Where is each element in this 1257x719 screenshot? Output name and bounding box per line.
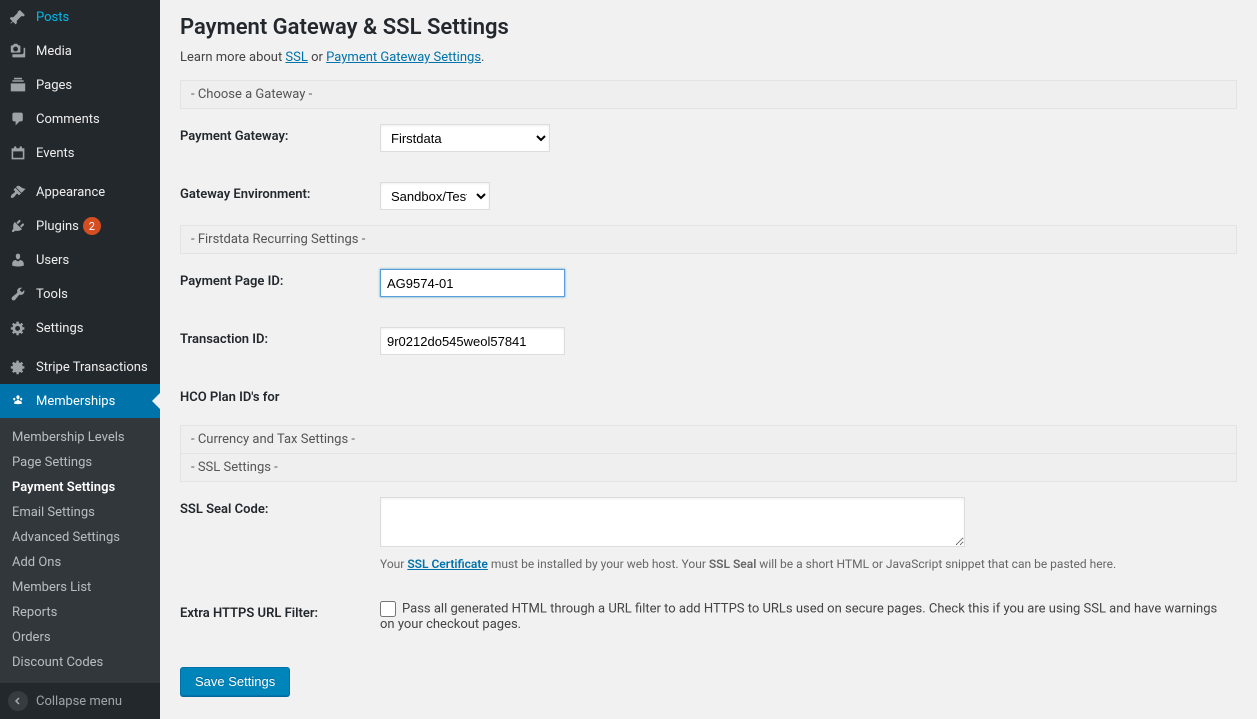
submenu-add-ons[interactable]: Add Ons [0,550,160,575]
pin-icon [8,7,28,27]
extra-https-desc: Pass all generated HTML through a URL fi… [380,602,1217,633]
submenu-discount-codes[interactable]: Discount Codes [0,650,160,675]
label-transaction-id: Transaction ID: [180,312,380,370]
sidebar-item-pages[interactable]: Pages [0,68,160,102]
hint-mid: must be installed by your web host. Your [488,557,709,571]
settings-icon [8,318,28,338]
submenu-members-list[interactable]: Members List [0,575,160,600]
intro-mid: or [308,50,326,65]
hint-suffix: will be a short HTML or JavaScript snipp… [756,557,1116,571]
sidebar-label: Pages [36,78,72,93]
collapse-label: Collapse menu [36,694,122,709]
sidebar-item-plugins[interactable]: Plugins 2 [0,209,160,243]
sidebar-item-users[interactable]: Users [0,243,160,277]
sidebar-label: Memberships [36,394,115,409]
plugin-icon [8,216,28,236]
hint-prefix: Your [380,557,407,571]
page-title: Payment Gateway & SSL Settings [180,15,1237,40]
sidebar-item-memberships[interactable]: Memberships [0,384,160,418]
sidebar-label: Users [36,253,69,268]
calendar-icon [8,143,28,163]
section-ssl: - SSL Settings - [180,454,1237,482]
transaction-id-input[interactable] [380,327,565,355]
ssl-seal-textarea[interactable] [380,497,965,547]
extra-https-checkbox[interactable] [380,601,396,617]
sidebar-item-posts[interactable]: Posts [0,0,160,34]
section-choose-gateway: - Choose a Gateway - [180,80,1237,109]
group-icon [8,391,28,411]
sidebar-label: Tools [36,287,68,302]
gear-icon [8,357,28,377]
collapse-menu[interactable]: Collapse menu [0,682,160,719]
section-recurring: - Firstdata Recurring Settings - [180,225,1237,254]
sidebar-item-media[interactable]: Media [0,34,160,68]
label-payment-gateway: Payment Gateway: [180,109,380,167]
sidebar-item-settings[interactable]: Settings [0,311,160,345]
label-gateway-env: Gateway Environment: [180,167,380,225]
tool-icon [8,284,28,304]
sidebar-item-stripe[interactable]: Stripe Transactions [0,350,160,384]
ssl-seal-hint: Your SSL Certificate must be installed b… [380,557,1227,571]
sidebar-item-events[interactable]: Events [0,136,160,170]
sidebar-label: Posts [36,10,69,25]
appearance-icon [8,182,28,202]
submenu-payment-settings[interactable]: Payment Settings [0,475,160,500]
submenu-page-settings[interactable]: Page Settings [0,450,160,475]
submenu-advanced-settings[interactable]: Advanced Settings [0,525,160,550]
sidebar-submenu: Membership Levels Page Settings Payment … [0,418,160,682]
intro-text: Learn more about SSL or Payment Gateway … [180,50,1237,65]
submenu-orders[interactable]: Orders [0,625,160,650]
label-payment-page-id: Payment Page ID: [180,254,380,312]
collapse-icon [8,691,28,711]
ssl-certificate-link[interactable]: SSL Certificate [407,557,488,571]
label-ssl-seal: SSL Seal Code: [180,482,380,586]
sidebar-label: Plugins [36,219,79,234]
hint-strong: SSL Seal [709,557,756,571]
comment-icon [8,109,28,129]
user-icon [8,250,28,270]
admin-sidebar: Posts Media Pages Comments Events Appear… [0,0,160,719]
payment-gateway-select[interactable]: Firstdata [380,124,550,152]
sidebar-item-comments[interactable]: Comments [0,102,160,136]
sidebar-label: Appearance [36,185,105,200]
sidebar-item-appearance[interactable]: Appearance [0,175,160,209]
gateway-environment-select[interactable]: Sandbox/Testing [380,182,490,210]
sidebar-label: Settings [36,321,83,336]
submenu-reports[interactable]: Reports [0,600,160,625]
save-settings-button[interactable]: Save Settings [180,667,290,696]
section-currency: - Currency and Tax Settings - [180,425,1237,454]
intro-prefix: Learn more about [180,50,285,65]
sidebar-item-tools[interactable]: Tools [0,277,160,311]
media-icon [8,41,28,61]
sidebar-label: Stripe Transactions [36,360,148,375]
sidebar-label: Media [36,44,72,59]
page-icon [8,75,28,95]
plugins-badge: 2 [83,217,101,235]
submenu-membership-levels[interactable]: Membership Levels [0,425,160,450]
intro-suffix: . [481,50,484,65]
sidebar-label: Events [36,146,74,161]
ssl-link[interactable]: SSL [285,50,307,65]
label-hco-plan: HCO Plan ID's for [180,370,380,425]
main-content: Payment Gateway & SSL Settings Learn mor… [160,0,1257,719]
payment-page-id-input[interactable] [380,269,565,297]
label-extra-https: Extra HTTPS URL Filter: [180,586,380,647]
submenu-email-settings[interactable]: Email Settings [0,500,160,525]
sidebar-label: Comments [36,112,100,127]
gateway-settings-link[interactable]: Payment Gateway Settings [326,50,481,65]
